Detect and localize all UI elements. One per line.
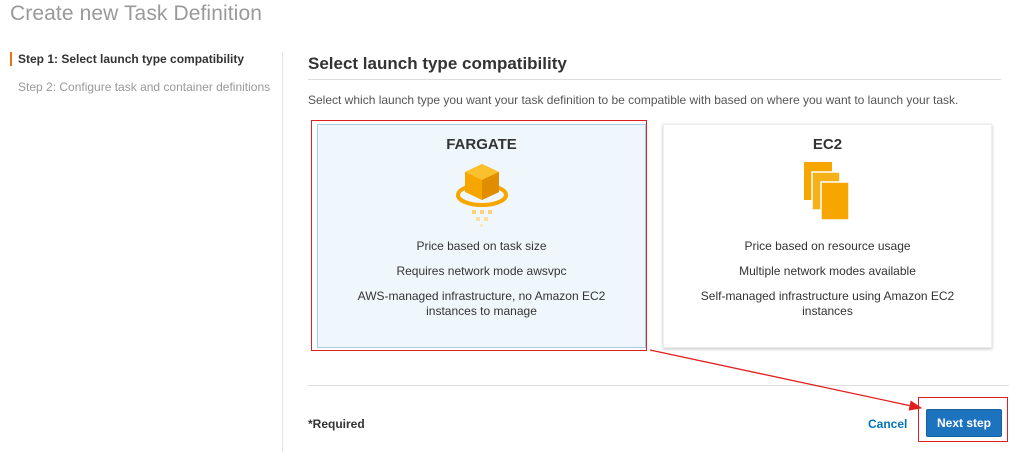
fargate-card[interactable]: FARGATE Price based on task size Require…: [317, 124, 646, 348]
ec2-feature-3: Self-managed infrastructure using Amazon…: [700, 289, 955, 318]
fargate-icon: [447, 160, 517, 230]
ec2-icon: [793, 160, 863, 230]
fargate-feature-2: Requires network mode awsvpc: [396, 264, 567, 278]
ec2-card[interactable]: EC2 Price based on resource usage Multip…: [663, 124, 992, 348]
required-note: *Required: [308, 417, 365, 431]
step-1-link[interactable]: Step 1: Select launch type compatibility: [10, 52, 274, 66]
main-panel: Select launch type compatibility Select …: [308, 54, 1001, 348]
footer-divider: [308, 385, 1009, 386]
ec2-feature-1: Price based on resource usage: [744, 239, 911, 253]
section-description: Select which launch type you want your t…: [308, 93, 959, 107]
fargate-feature-1: Price based on task size: [416, 239, 547, 253]
section-title: Select launch type compatibility: [308, 54, 1001, 80]
step-2-link[interactable]: Step 2: Configure task and container def…: [10, 80, 274, 94]
ec2-title: EC2: [812, 136, 843, 153]
vertical-divider: [282, 52, 283, 452]
fargate-title: FARGATE: [446, 136, 517, 153]
page-title: Create new Task Definition: [10, 2, 263, 25]
cancel-link[interactable]: Cancel: [868, 417, 907, 431]
next-step-button[interactable]: Next step: [926, 409, 1002, 437]
wizard-steps: Step 1: Select launch type compatibility…: [10, 52, 274, 108]
ec2-feature-2: Multiple network modes available: [739, 264, 916, 278]
fargate-feature-3: AWS-managed infrastructure, no Amazon EC…: [357, 289, 606, 318]
